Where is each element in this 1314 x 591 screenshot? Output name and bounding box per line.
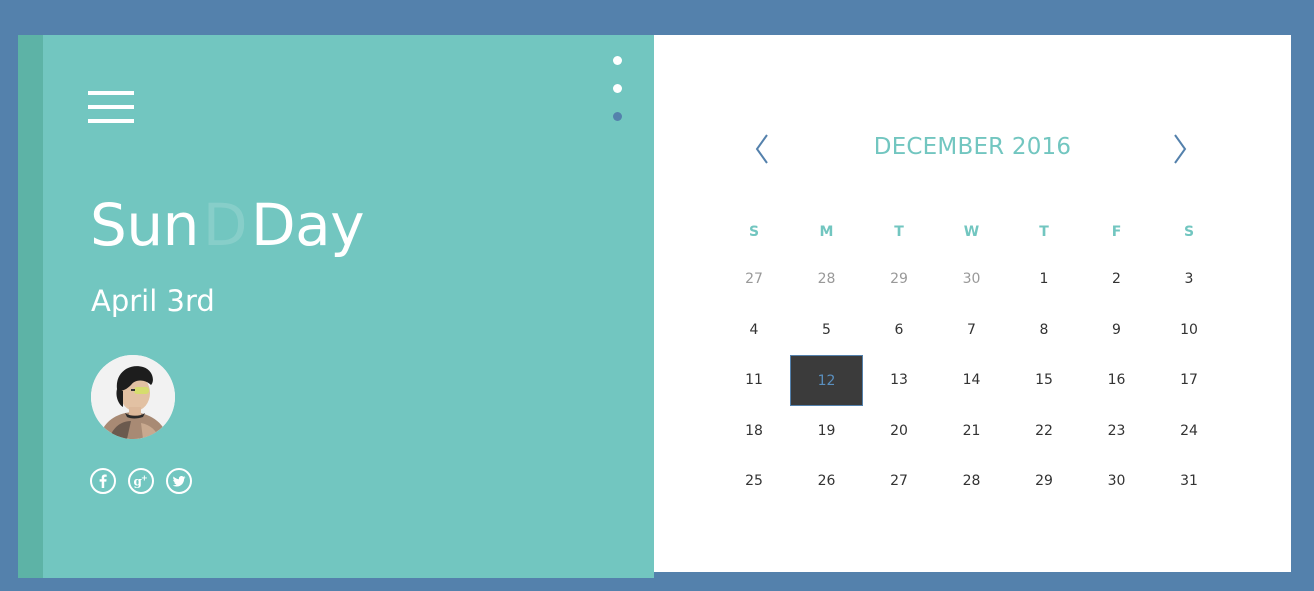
calendar-day[interactable]: 15 (1008, 355, 1081, 406)
calendar-day[interactable]: 10 (1153, 305, 1226, 356)
date-subtitle: April 3rd (91, 284, 215, 318)
calendar-day[interactable]: 3 (1153, 254, 1226, 305)
chevron-left-icon (755, 134, 768, 164)
avatar[interactable] (91, 355, 175, 439)
day-title-part-1: Sun (90, 191, 199, 259)
calendar-panel: DECEMBER 2016 SMTWTFS 27 28 29 30 1 2 3 4 5 6 7 8 9 1… (654, 35, 1291, 572)
calendar-day[interactable]: 1 (1008, 254, 1081, 305)
weekday-label: T (1039, 224, 1049, 240)
avatar-portrait-image (91, 355, 175, 439)
calendar-day[interactable]: 7 (935, 305, 1008, 356)
google-plus-icon[interactable]: g + (128, 468, 155, 494)
hamburger-menu-icon[interactable] (88, 91, 134, 123)
calendar-day[interactable]: 26 (790, 456, 863, 507)
month-year-title: DECEMBER 2016 (873, 134, 1072, 160)
weekday-label: T (894, 224, 904, 240)
social-links: g + (90, 468, 199, 494)
twitter-icon[interactable] (166, 468, 193, 494)
sidebar-panel: SunDDay April 3rd g + (18, 35, 654, 578)
svg-text:+: + (141, 474, 148, 483)
calendar-day[interactable]: 30 (1080, 456, 1153, 507)
calendar-day[interactable]: 23 (1080, 406, 1153, 457)
day-title-ghost-letter: D (202, 191, 248, 259)
calendar-day[interactable]: 27 (863, 456, 936, 507)
calendar-day[interactable]: 21 (935, 406, 1008, 457)
calendar-grid: 27 28 29 30 1 2 3 4 5 6 7 8 9 10 11 12 13 14 15 16 17 18 19 20 2… (718, 254, 1228, 508)
page-dot-1[interactable] (613, 56, 622, 65)
calendar-day[interactable]: 29 (863, 254, 936, 305)
facebook-icon[interactable] (90, 468, 116, 494)
calendar-day[interactable]: 28 (935, 456, 1008, 507)
calendar-day[interactable]: 8 (1008, 305, 1081, 356)
weekday-label: S (1183, 224, 1195, 240)
calendar-day[interactable]: 2 (1080, 254, 1153, 305)
calendar-day[interactable]: 28 (790, 254, 863, 305)
weekday-label: F (1111, 224, 1122, 240)
previous-month-button[interactable] (753, 133, 773, 165)
chevron-right-icon (1174, 134, 1187, 164)
weekday-header: SMTWTFS (718, 221, 1228, 243)
calendar-day[interactable]: 6 (863, 305, 936, 356)
calendar-day[interactable]: 5 (790, 305, 863, 356)
calendar-day[interactable]: 22 (1008, 406, 1081, 457)
next-month-button[interactable] (1169, 133, 1189, 165)
calendar-day[interactable]: 25 (718, 456, 791, 507)
calendar-day[interactable]: 16 (1080, 355, 1153, 406)
calendar-day[interactable]: 27 (718, 254, 791, 305)
calendar-day[interactable]: 9 (1080, 305, 1153, 356)
calendar-day[interactable]: 4 (718, 305, 791, 356)
calendar-day[interactable]: 13 (863, 355, 936, 406)
calendar-day[interactable]: 11 (718, 355, 791, 406)
page-indicator (613, 56, 623, 122)
calendar-day[interactable]: 17 (1153, 355, 1226, 406)
calendar-day-selected[interactable]: 12 (790, 355, 863, 407)
day-title: SunDDay (90, 190, 365, 260)
weekday-label: S (748, 224, 760, 240)
calendar-day[interactable]: 18 (718, 406, 791, 457)
calendar-day[interactable]: 19 (790, 406, 863, 457)
weekday-label: M (819, 224, 834, 240)
calendar-day[interactable]: 14 (935, 355, 1008, 406)
calendar-day[interactable]: 29 (1008, 456, 1081, 507)
page-dot-3-active[interactable] (613, 112, 622, 121)
page-dot-2[interactable] (613, 84, 622, 93)
weekday-label: W (963, 224, 980, 240)
calendar-day[interactable]: 30 (935, 254, 1008, 305)
calendar-day[interactable]: 24 (1153, 406, 1226, 457)
accent-strip (18, 35, 43, 578)
day-title-part-2: Day (251, 191, 365, 259)
calendar-day[interactable]: 31 (1153, 456, 1226, 507)
calendar-day[interactable]: 20 (863, 406, 936, 457)
